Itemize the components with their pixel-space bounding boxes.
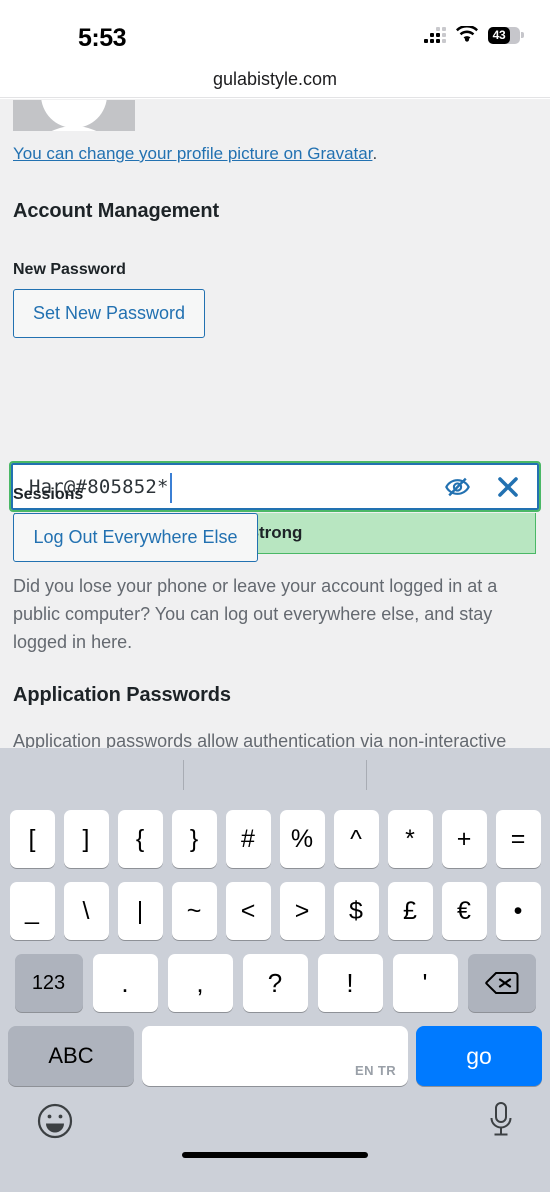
key-punctuation-3[interactable]: !: [317, 954, 383, 1012]
status-bar-time: 5:53: [78, 24, 127, 52]
sessions-description: Did you lose your phone or leave your ac…: [13, 576, 498, 653]
key-symbol-1[interactable]: ]: [63, 810, 109, 868]
keyboard-row-4: ABC EN TR go: [0, 1026, 550, 1086]
log-out-everywhere-else-button[interactable]: Log Out Everywhere Else: [13, 513, 258, 562]
key-symbol-7[interactable]: *: [387, 810, 433, 868]
keyboard-row-3: 123 .,?! ': [0, 954, 550, 1012]
heading-application-passwords: Application Passwords: [13, 684, 231, 706]
key-symbol-8[interactable]: +: [441, 810, 487, 868]
microphone-icon[interactable]: [484, 1100, 518, 1142]
close-x-icon[interactable]: [485, 465, 531, 509]
phone-screen: 5:53 43 gulabistyle.com You can change y…: [0, 0, 550, 1192]
status-bar-indicators: 43: [424, 26, 524, 44]
gravatar-notice-period: .: [372, 144, 378, 163]
status-bar: 5:53 43: [0, 0, 550, 62]
key-alpha-toggle[interactable]: ABC: [8, 1026, 134, 1086]
keyboard-row-2: _ \ | ~ < > $ £ € •: [0, 882, 550, 940]
keyboard-bottom-bar: [0, 1086, 550, 1172]
key-numeric-toggle[interactable]: 123: [14, 954, 83, 1012]
emoji-smiley-icon[interactable]: [36, 1102, 74, 1140]
key-symbol-8[interactable]: €: [441, 882, 487, 940]
home-indicator: [182, 1152, 368, 1158]
key-symbol-3[interactable]: ~: [171, 882, 217, 940]
key-symbol-6[interactable]: $: [333, 882, 379, 940]
application-passwords-description: Application passwords allow authenticati…: [13, 731, 507, 748]
text-caret: [170, 473, 172, 503]
key-symbol-7[interactable]: £: [387, 882, 433, 940]
key-symbol-0[interactable]: _: [9, 882, 55, 940]
browser-url-bar[interactable]: gulabistyle.com: [0, 62, 550, 98]
key-symbol-9[interactable]: •: [495, 882, 541, 940]
key-symbol-2[interactable]: |: [117, 882, 163, 940]
predictive-divider: [366, 760, 367, 790]
new-password-field-wrapper[interactable]: [9, 461, 541, 512]
key-return-go[interactable]: go: [416, 1026, 542, 1086]
key-symbol-5[interactable]: %: [279, 810, 325, 868]
key-symbol-3[interactable]: }: [171, 810, 217, 868]
avatar: [13, 100, 135, 131]
key-symbol-5[interactable]: >: [279, 882, 325, 940]
key-punctuation-2[interactable]: ?: [242, 954, 308, 1012]
heading-account-management: Account Management: [13, 200, 220, 222]
key-space[interactable]: EN TR: [142, 1026, 408, 1086]
onscreen-keyboard: []{} #% ^ * + = _ \ | ~ < > $ £ € • 123 .,?! ' ABC EN T…: [0, 748, 550, 1192]
keyboard-row-1: []{} #% ^ * + =: [0, 810, 550, 868]
key-symbol-4[interactable]: #: [225, 810, 271, 868]
page-content: You can change your profile picture on G…: [0, 99, 550, 748]
eye-slash-icon[interactable]: [435, 465, 479, 509]
key-symbol-6[interactable]: ^: [333, 810, 379, 868]
label-new-password: New Password: [13, 261, 126, 278]
key-punctuation-4[interactable]: ': [392, 954, 458, 1012]
key-punctuation-1[interactable]: ,: [167, 954, 233, 1012]
key-symbol-0[interactable]: [: [9, 810, 55, 868]
key-symbol-1[interactable]: \: [63, 882, 109, 940]
predictive-text-bar[interactable]: [0, 748, 550, 810]
backspace-delete-icon[interactable]: [467, 954, 536, 1012]
key-punctuation-0[interactable]: .: [92, 954, 158, 1012]
predictive-divider: [183, 760, 184, 790]
gravatar-notice: You can change your profile picture on G…: [13, 144, 377, 164]
key-symbol-9[interactable]: =: [495, 810, 541, 868]
battery-percent-label: 43: [492, 28, 506, 42]
battery-icon: 43: [488, 26, 524, 44]
space-language-hint: EN TR: [355, 1063, 396, 1078]
set-new-password-button[interactable]: Set New Password: [13, 289, 205, 338]
cellular-signal-icon: [424, 27, 446, 43]
gravatar-link[interactable]: You can change your profile picture on G…: [13, 144, 372, 163]
url-text: gulabistyle.com: [212, 69, 338, 89]
key-symbol-2[interactable]: {: [117, 810, 163, 868]
key-symbol-4[interactable]: <: [225, 882, 271, 940]
wifi-icon: [455, 26, 479, 44]
label-sessions: Sessions: [13, 486, 84, 503]
